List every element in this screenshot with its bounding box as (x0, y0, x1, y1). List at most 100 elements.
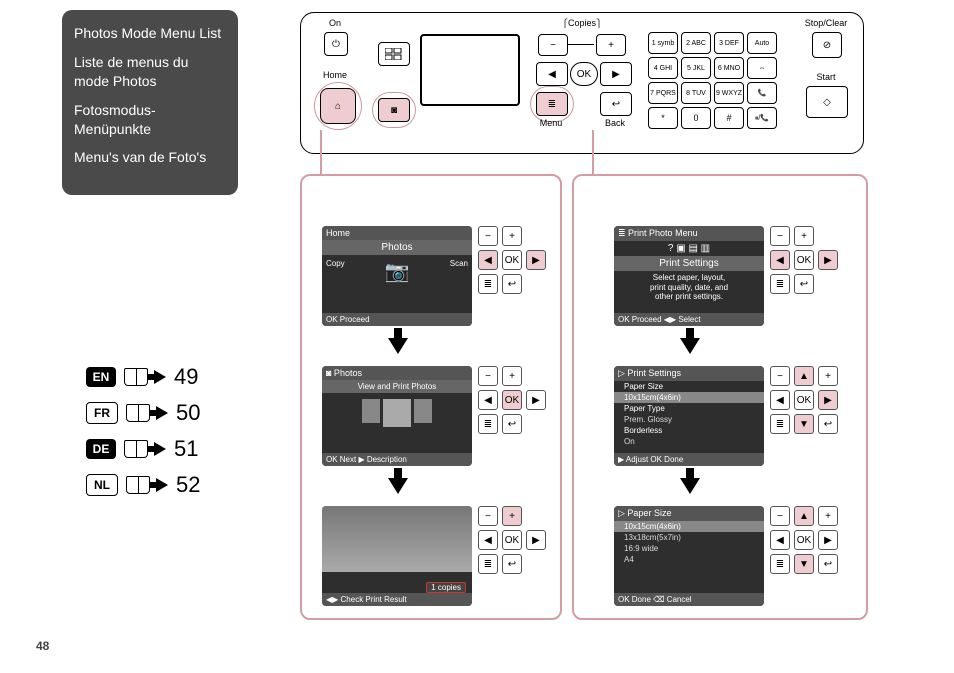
lcd-preview: 1 copies ◀▶ Check Print Result (322, 506, 472, 606)
page-number: 48 (36, 639, 49, 653)
label-menu: Menu (536, 118, 566, 128)
lcd-screen (420, 34, 520, 106)
option: 16:9 wide (614, 543, 764, 554)
arrow-right-icon (154, 442, 166, 456)
label-start: Start (812, 72, 840, 82)
photo-highlight (372, 92, 416, 128)
back-button[interactable]: ↩ (600, 92, 632, 116)
setting-name: Paper Type (614, 403, 764, 414)
dial-fit[interactable]: ⇔ (747, 57, 777, 79)
flow-b-step1: ≣ Print Photo Menu ? ▣ ▤ ▥ Print Setting… (614, 226, 838, 326)
lcd-settings-list: ▷ Print Settings Paper Size 10x15cm(4x6i… (614, 366, 764, 466)
dial-9[interactable]: 9 WXYZ (714, 82, 744, 104)
info-en: Photos Mode Menu List (74, 24, 226, 43)
dial-auto[interactable]: Auto (747, 32, 777, 54)
dial-7[interactable]: 7 PQRS (648, 82, 678, 104)
dial-1[interactable]: 1 symb (648, 32, 678, 54)
arrow-right-icon (156, 406, 168, 420)
keypad-hint: −+ ◀OK▶ ≣↩ (478, 226, 546, 326)
dial-hash[interactable]: # (714, 107, 744, 129)
setting-value: On (614, 436, 764, 447)
label-copies: ⎧Copies⎫ (552, 18, 612, 28)
setting-value: Prem. Glossy (614, 414, 764, 425)
lang-badge-de: DE (86, 439, 116, 459)
printer-control-panel: On ⏻ Home ⌂ ◙ ⎧Copies⎫ − + ◀ OK ▶ ≣ ↩ Me… (300, 12, 864, 154)
nav-left-button[interactable]: ◀ (536, 62, 568, 86)
dial-2[interactable]: 2 ABC (681, 32, 711, 54)
label-on: On (320, 18, 350, 28)
copies-minus-button[interactable]: − (538, 34, 568, 56)
flow-arrow-icon (388, 338, 408, 354)
option: A4 (614, 554, 764, 565)
option: 13x18cm(5x7in) (614, 532, 764, 543)
lcd-footer: ▶ Adjust OK Done (614, 453, 764, 466)
lcd-footer: OK Proceed ◀▶ Select (614, 313, 764, 326)
dial-4[interactable]: 4 GHI (648, 57, 678, 79)
page-ref-fr: 50 (176, 400, 200, 426)
keypad-hint: −+ ◀OK▶ ≣↩ (770, 226, 838, 326)
dial-3[interactable]: 3 DEF (714, 32, 744, 54)
lang-badge-en: EN (86, 367, 116, 387)
dial-pause[interactable]: ⏸/📞 (747, 107, 777, 129)
desc-line: Select paper, layout, (620, 273, 758, 283)
lcd-title: ▷ Paper Size (614, 506, 764, 521)
flow-b-step3: ▷ Paper Size 10x15cm(4x6in) 13x18cm(5x7i… (614, 506, 838, 606)
label-back: Back (600, 118, 630, 128)
dial-pad: 1 symb 2 ABC 3 DEF Auto 4 GHI 5 JKL 6 MN… (648, 32, 777, 129)
dial-0[interactable]: 0 (681, 107, 711, 129)
lcd-footer: OK Proceed (322, 313, 472, 326)
book-icon (126, 476, 150, 494)
label-home: Home (316, 70, 354, 80)
dial-5[interactable]: 5 JKL (681, 57, 711, 79)
flow-arrow-icon (680, 478, 700, 494)
lcd-mode: Photos (322, 240, 472, 255)
lcd-title: ≣ Print Photo Menu (614, 226, 764, 241)
label-stop: Stop/Clear (800, 18, 852, 28)
dial-star[interactable]: * (648, 107, 678, 129)
flow-a-step2: ◙ Photos View and Print Photos OK Next ▶… (322, 366, 546, 466)
flow-a-step1: Home Photos Copy 📷 Scan OK Proceed −+ ◀O… (322, 226, 546, 326)
lcd-footer: ◀▶ Check Print Result (322, 593, 472, 606)
display-mode-button[interactable] (378, 42, 410, 66)
lcd-subtitle: View and Print Photos (322, 380, 472, 393)
lcd-title: Home (322, 226, 472, 240)
page-ref-nl: 52 (176, 472, 200, 498)
lcd-footer: OK Next ▶ Description (322, 453, 472, 466)
home-button[interactable]: ⌂ (320, 88, 356, 124)
arrow-right-icon (154, 370, 166, 384)
option-selected: 10x15cm(4x6in) (614, 521, 764, 532)
dial-6[interactable]: 6 MNO (714, 57, 744, 79)
power-button[interactable]: ⏻ (324, 32, 348, 56)
stop-button[interactable]: ⊘ (812, 32, 842, 58)
page-ref-en: 49 (174, 364, 198, 390)
book-icon (126, 404, 150, 422)
language-page-list: EN 49 FR 50 DE 51 NL 52 (86, 364, 200, 508)
lcd-home: Home Photos Copy 📷 Scan OK Proceed (322, 226, 472, 326)
book-icon (124, 440, 148, 458)
copies-indicator: 1 copies (426, 582, 466, 593)
arrow-right-icon (156, 478, 168, 492)
lcd-subtitle: Print Settings (614, 256, 764, 271)
flow-arrow-icon (388, 478, 408, 494)
copies-plus-button[interactable]: + (596, 34, 626, 56)
book-icon (124, 368, 148, 386)
flow-a-step3: 1 copies ◀▶ Check Print Result −+ ◀OK▶ ≣… (322, 506, 546, 606)
keypad-hint: −+ ◀OK▶ ≣↩ (478, 506, 546, 606)
lcd-print-menu: ≣ Print Photo Menu ? ▣ ▤ ▥ Print Setting… (614, 226, 764, 326)
lcd-footer: OK Done ⌫ Cancel (614, 593, 764, 606)
flow-photo-mode: Home Photos Copy 📷 Scan OK Proceed −+ ◀O… (300, 174, 562, 620)
keypad-hint: −▲+ ◀OK▶ ≣▼↩ (770, 506, 838, 606)
nav-right-button[interactable]: ▶ (600, 62, 632, 86)
mode-right: Scan (450, 259, 468, 284)
info-fr: Liste de menus du mode Photos (74, 53, 226, 91)
dial-redial[interactable]: 📞 (747, 82, 777, 104)
page-ref-de: 51 (174, 436, 198, 462)
lang-badge-nl: NL (86, 474, 118, 496)
dial-8[interactable]: 8 TUV (681, 82, 711, 104)
mode-left: Copy (326, 259, 345, 284)
setting-value: 10x15cm(4x6in) (614, 392, 764, 403)
start-button[interactable]: ◇ (806, 86, 848, 118)
info-de: Fotosmodus-Menüpunkte (74, 101, 226, 139)
ok-button[interactable]: OK (570, 62, 598, 86)
setting-name: Paper Size (614, 381, 764, 392)
